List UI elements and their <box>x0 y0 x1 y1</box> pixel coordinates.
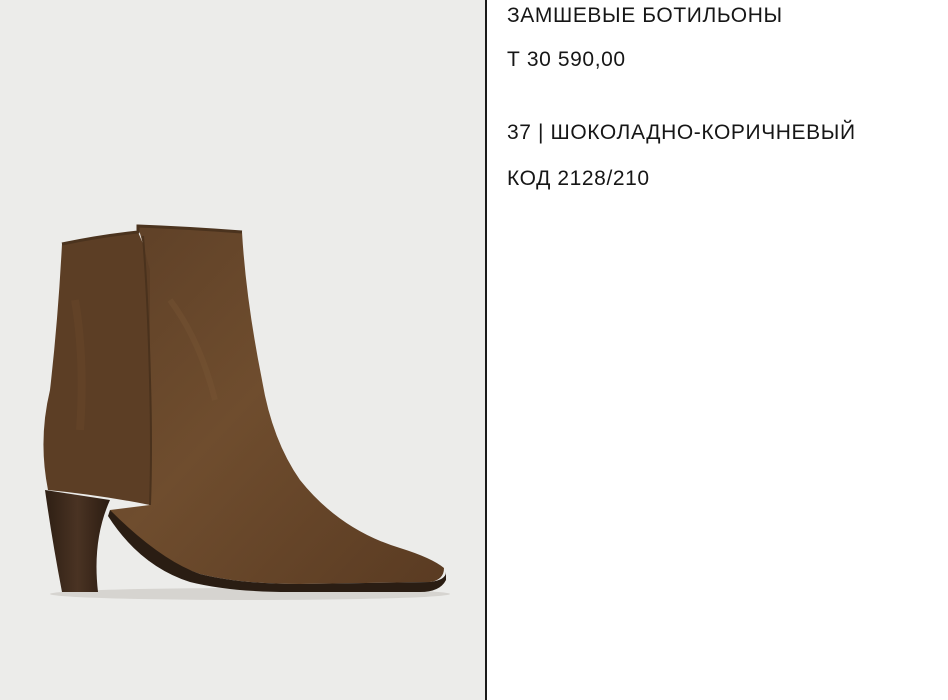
ankle-boot-illustration <box>43 224 450 600</box>
product-title: ЗАМШЕВЫЕ БОТИЛЬОНЫ <box>507 4 783 27</box>
product-image[interactable] <box>0 0 485 700</box>
product-info: ЗАМШЕВЫЕ БОТИЛЬОНЫ Т 30 590,00 37 | ШОКО… <box>487 0 948 700</box>
product-variant[interactable]: 37 | ШОКОЛАДНО-КОРИЧНЕВЫЙ <box>507 121 856 145</box>
product-price: Т 30 590,00 <box>507 48 626 71</box>
boot-back-shaft <box>43 232 150 505</box>
product-code: КОД 2128/210 <box>507 167 650 190</box>
product-page: ЗАМШЕВЫЕ БОТИЛЬОНЫ Т 30 590,00 37 | ШОКО… <box>0 0 948 700</box>
boot-upper <box>110 226 444 584</box>
boot-heel <box>45 490 110 592</box>
